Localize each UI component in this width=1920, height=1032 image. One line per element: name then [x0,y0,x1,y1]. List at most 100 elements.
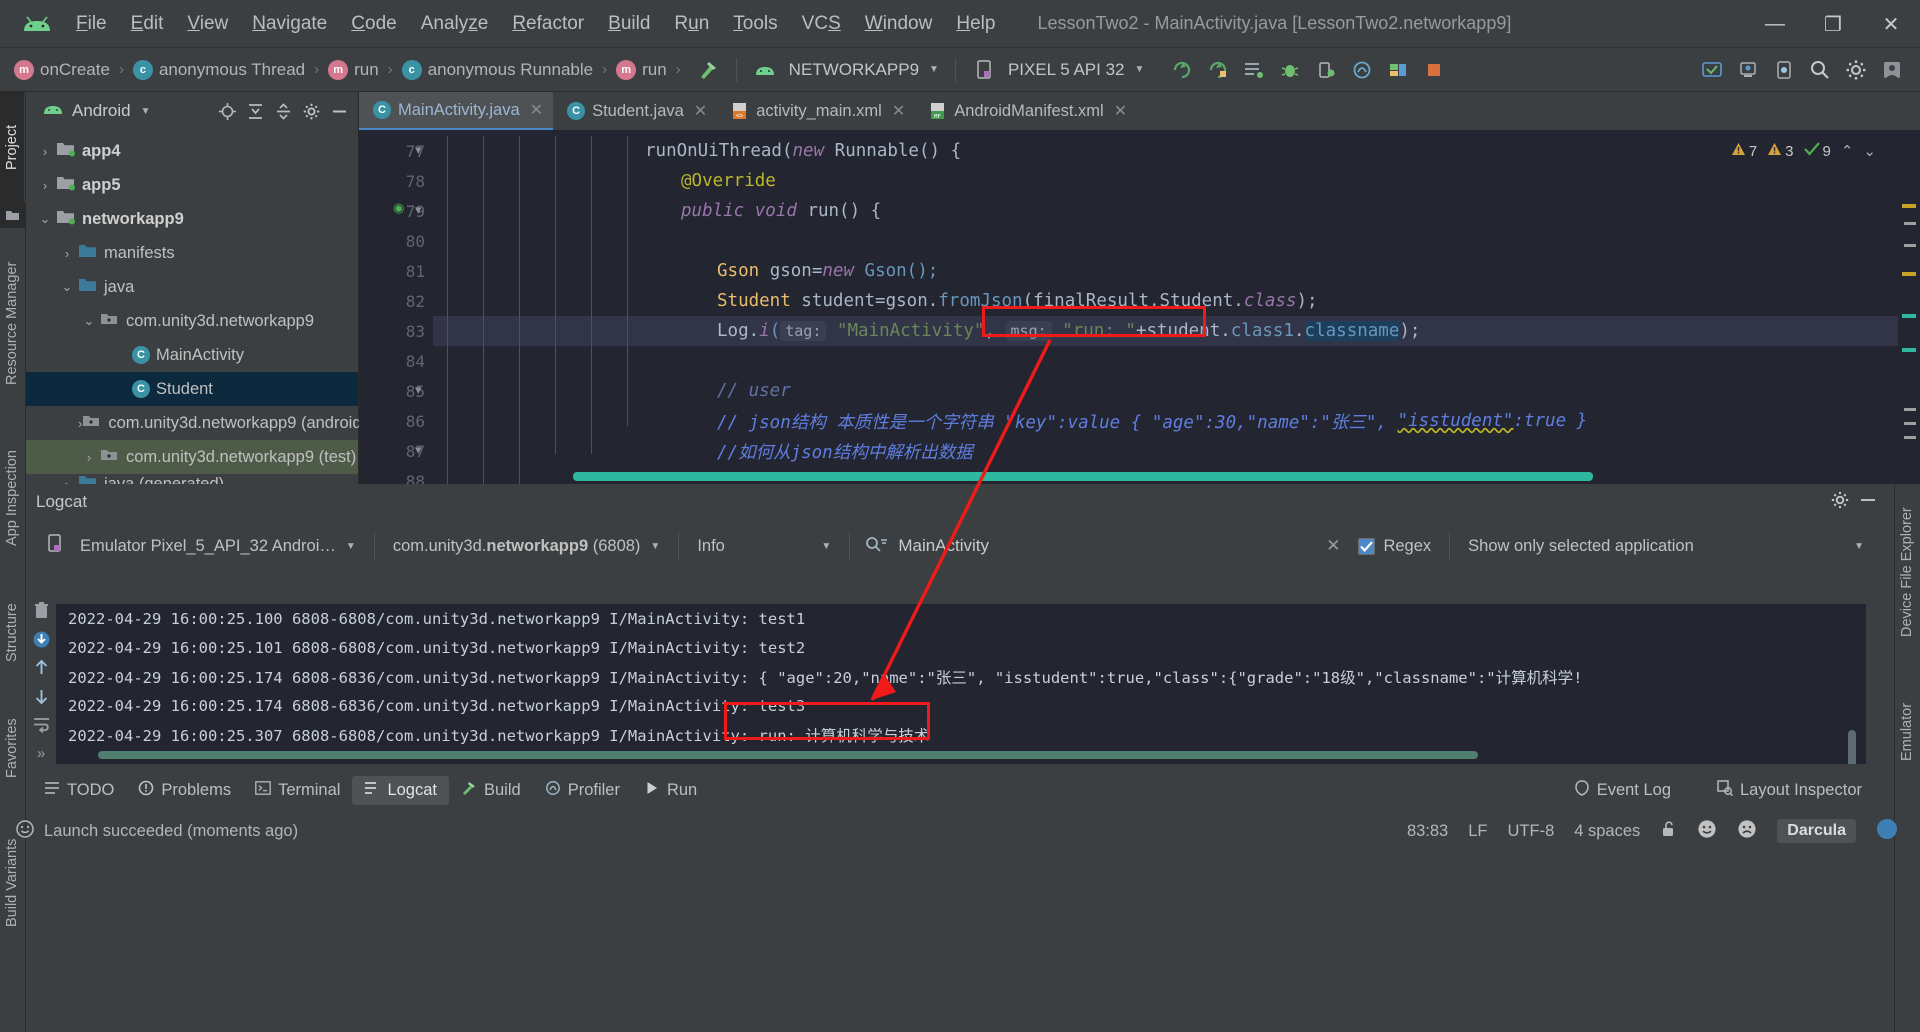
tree-node-mainactivity[interactable]: › C MainActivity [26,338,358,372]
chevron-right-icon[interactable]: › [78,450,100,465]
apply-changes-icon[interactable] [1203,55,1233,85]
search-input[interactable] [898,536,1309,556]
logcat-vertical-scrollbar[interactable] [1848,730,1856,764]
menu-build[interactable]: Build [596,9,662,39]
code-text-area[interactable]: runOnUiThread(new Runnable() { @Override… [433,130,1920,484]
warning-count[interactable]: 7 [1731,142,1757,160]
menu-vcs[interactable]: VCS [790,9,853,39]
sidebar-item-app-inspection[interactable]: App Inspection [0,418,24,578]
stop-icon[interactable] [1419,55,1449,85]
tree-node-app4[interactable]: › app4 [26,134,358,168]
tab-run[interactable]: Run [632,775,709,806]
tab-todo[interactable]: TODO [32,776,126,805]
process-selector[interactable]: com.unity3d.networkapp9 (6808) ▼ [385,533,669,560]
menu-edit[interactable]: Edit [119,9,176,39]
sidebar-item-favorites[interactable]: Favorites [0,688,24,808]
logcat-toolbar-icon[interactable] [1239,55,1269,85]
fold-marker-85[interactable]: ▾ [415,382,422,398]
tree-node-networkapp9[interactable]: ⌄ networkapp9 [26,202,358,236]
sidebar-item-project[interactable]: Project [0,92,24,202]
menu-window[interactable]: Window [853,9,945,39]
line-separator[interactable]: LF [1468,822,1487,841]
tab-problems[interactable]: Problems [126,775,243,806]
gutter-run-icon-79[interactable]: ◉ [393,200,404,216]
search-icon[interactable] [1805,55,1835,85]
breadcrumb-anonymous-runnable[interactable]: c anonymous Runnable [401,59,593,80]
close-button[interactable]: ✕ [1862,0,1920,48]
chevron-right-icon[interactable]: › [34,144,56,159]
layout-inspector-icon[interactable] [1383,55,1413,85]
tab-build[interactable]: Build [449,775,533,806]
tree-node-package-androidtest[interactable]: › com.unity3d.networkapp9 (androidTest) [26,406,397,440]
avatar-icon[interactable] [1876,818,1898,845]
build-hammer-icon[interactable] [693,55,723,85]
collapse-all-icon[interactable] [270,98,296,124]
close-tab-icon[interactable]: ✕ [1114,101,1127,121]
locate-icon[interactable] [214,98,240,124]
menu-view[interactable]: View [175,9,240,39]
tab-terminal[interactable]: Terminal [243,776,352,805]
chevron-down-icon[interactable]: ▼ [141,106,151,117]
breadcrumb-run-2[interactable]: m run [616,59,667,80]
minimize-button[interactable]: — [1746,0,1804,48]
download-icon[interactable] [29,629,53,651]
hide-panel-icon[interactable] [1858,490,1878,515]
profiler-icon[interactable] [1347,55,1377,85]
happy-face-icon[interactable] [1697,819,1717,844]
breadcrumb-anonymous-thread[interactable]: c anonymous Thread [132,59,305,80]
logcat-output[interactable]: 2022-04-29 16:00:25.100 6808-6808/com.un… [56,604,1866,764]
chevron-down-icon[interactable]: ⌄ [78,313,100,329]
tab-layout-inspector[interactable]: Layout Inspector [1705,775,1874,806]
logcat-search-field[interactable] [898,536,1309,556]
close-tab-icon[interactable]: ✕ [694,101,707,121]
avd-manager-icon[interactable] [1769,55,1799,85]
fold-marker-77[interactable]: ▾ [415,142,422,158]
chevron-right-icon[interactable]: › [56,246,78,261]
filter-scope-selector[interactable]: Show only selected application ▼ [1460,533,1886,560]
logcat-horizontal-scrollbar[interactable] [98,751,1478,759]
unlock-icon[interactable] [1660,820,1677,843]
tree-node-student[interactable]: › C Student [26,372,358,406]
close-tab-icon[interactable]: ✕ [892,101,905,121]
menu-file[interactable]: File [64,9,119,39]
tree-node-app5[interactable]: › app5 [26,168,358,202]
breadcrumb-run-1[interactable]: m run [328,59,379,80]
gear-icon[interactable] [298,98,324,124]
tree-node-package-test[interactable]: › com.unity3d.networkapp9 (test) [26,440,358,474]
run-configuration-selector[interactable]: NETWORKAPP9 ▼ [783,57,945,83]
tab-event-log[interactable]: Event Log [1562,775,1683,806]
soft-wrap-icon[interactable] [29,714,53,736]
trash-icon[interactable] [29,600,53,622]
fold-marker-87[interactable]: ▾ [415,442,422,458]
tree-node-manifests[interactable]: › manifests [26,236,358,270]
caret-position[interactable]: 83:83 [1407,822,1448,841]
settings-gear-icon[interactable] [1841,55,1871,85]
fold-marker-79[interactable]: ▾ [415,202,422,218]
debug-icon[interactable] [1275,55,1305,85]
menu-code[interactable]: Code [339,9,408,39]
editor-gutter[interactable]: 77 78 79 80 81 82 83 84 85 86 87 88 ▾ ◉ … [359,130,433,484]
chevron-down-icon[interactable]: ⌄ [56,279,78,295]
tab-student-java[interactable]: C Student.java ✕ [553,92,717,130]
check-count[interactable]: 9 [1803,142,1831,160]
sidebar-item-device-file-explorer[interactable]: Device File Explorer [1895,472,1919,672]
sidebar-item-emulator[interactable]: Emulator [1895,672,1919,792]
code-editor[interactable]: 77 78 79 80 81 82 83 84 85 86 87 88 ▾ ◉ … [359,130,1920,484]
project-view-selector-label[interactable]: Android [72,101,131,121]
tab-activity-main-xml[interactable]: <> activity_main.xml ✕ [717,92,915,130]
more-options-icon[interactable]: » [29,743,53,765]
chevron-right-icon[interactable]: › [34,178,56,193]
device-selector[interactable]: Emulator Pixel_5_API_32 Androi… ▼ [72,533,364,560]
inspection-widget[interactable]: 7 3 9 ⌃ ⌄ [1731,142,1876,160]
sidebar-item-structure[interactable]: Structure [0,578,24,688]
scroll-down-icon[interactable] [29,686,53,708]
inspection-next-icon[interactable]: ⌄ [1863,142,1876,160]
tree-node-package-main[interactable]: ⌄ com.unity3d.networkapp9 [26,304,358,338]
theme-indicator[interactable]: Darcula [1777,819,1856,843]
tab-profiler[interactable]: Profiler [533,775,632,806]
clear-search-icon[interactable]: ✕ [1326,536,1340,556]
error-count[interactable]: 3 [1767,142,1794,160]
run-icon[interactable] [1167,55,1197,85]
regex-checkbox[interactable]: Regex [1358,533,1439,560]
menu-run[interactable]: Run [662,9,721,39]
